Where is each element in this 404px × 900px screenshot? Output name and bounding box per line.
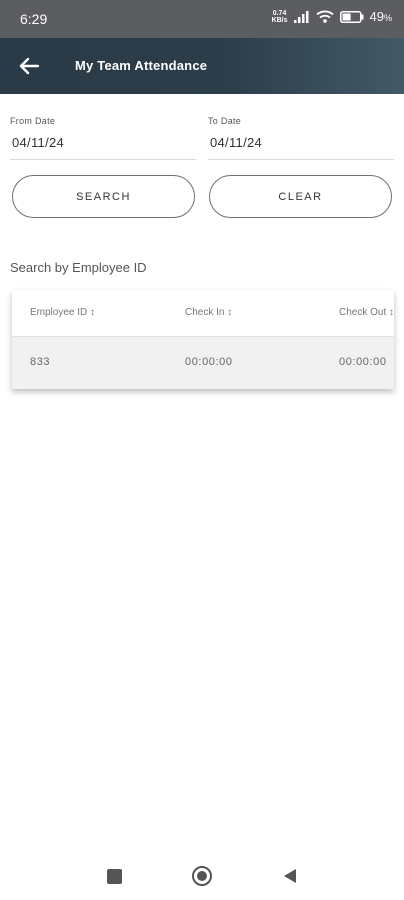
battery-icon (339, 10, 364, 23)
circle-home-icon (192, 866, 212, 886)
status-bar: 6:29 0.74 KB/s 49% (0, 0, 404, 38)
battery-unit: % (383, 13, 392, 23)
network-speed-value: 0.74 (272, 9, 287, 17)
back-nav-button[interactable] (279, 865, 301, 887)
table-row[interactable]: 833 00:00:00 00:00:00 (12, 337, 394, 389)
system-nav-bar (0, 850, 404, 900)
battery-percent: 49% (370, 9, 392, 24)
recents-button[interactable] (103, 865, 125, 887)
attendance-table: Employee ID ↕ Check In ↕ Check Out ↕ 833… (12, 290, 394, 389)
header-employee-id[interactable]: Employee ID ↕ (30, 307, 95, 318)
status-icons: 0.74 KB/s 49% (272, 9, 392, 24)
triangle-back-icon (284, 869, 296, 883)
wifi-icon (315, 10, 334, 23)
header-check-out[interactable]: Check Out ↕ (339, 307, 394, 318)
from-date-label: From Date (10, 116, 56, 126)
cell-employee-id: 833 (30, 356, 51, 368)
cell-check-in: 00:00:00 (185, 356, 233, 368)
search-button[interactable]: SEARCH (12, 175, 195, 218)
search-by-employee-id[interactable]: Search by Employee ID (10, 260, 147, 275)
to-date-label: To Date (208, 116, 242, 126)
square-icon (106, 868, 122, 884)
cell-check-out: 00:00:00 (339, 356, 387, 368)
app-bar: My Team Attendance (0, 38, 404, 94)
home-button[interactable] (191, 865, 213, 887)
from-date-field[interactable]: From Date 04/11/24 (10, 116, 196, 160)
page-title: My Team Attendance (75, 58, 208, 73)
to-date-value[interactable]: 04/11/24 (208, 135, 394, 160)
header-check-in[interactable]: Check In ↕ (185, 307, 232, 318)
from-date-value[interactable]: 04/11/24 (10, 135, 196, 160)
network-speed-unit: KB/s (271, 16, 288, 24)
back-button[interactable] (14, 51, 44, 81)
arrow-left-icon (19, 57, 39, 75)
cell-signal-icon (293, 10, 309, 23)
battery-value: 49 (369, 9, 384, 24)
table-header: Employee ID ↕ Check In ↕ Check Out ↕ (12, 290, 394, 337)
to-date-field[interactable]: To Date 04/11/24 (208, 116, 394, 160)
network-speed: 0.74 KB/s (272, 10, 288, 24)
status-time: 6:29 (20, 11, 48, 27)
clear-button[interactable]: CLEAR (209, 175, 392, 218)
